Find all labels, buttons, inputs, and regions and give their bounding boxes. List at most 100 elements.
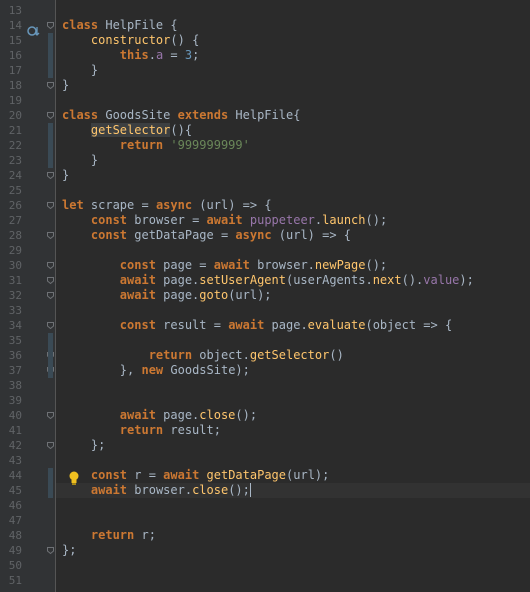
code-token: page. — [163, 273, 200, 287]
line-number[interactable]: 20 — [0, 108, 22, 123]
code-line[interactable] — [56, 243, 530, 258]
line-number[interactable]: 21 — [0, 123, 22, 138]
line-number[interactable]: 34 — [0, 318, 22, 333]
fold-marker-icon[interactable] — [47, 322, 54, 329]
code-line[interactable] — [56, 498, 530, 513]
line-number[interactable]: 47 — [0, 513, 22, 528]
line-number[interactable]: 45 — [0, 483, 22, 498]
line-number[interactable]: 40 — [0, 408, 22, 423]
line-number[interactable]: 35 — [0, 333, 22, 348]
code-line[interactable] — [56, 93, 530, 108]
code-line[interactable] — [56, 558, 530, 573]
line-number[interactable]: 13 — [0, 3, 22, 18]
code-line[interactable]: } — [56, 153, 530, 168]
line-number[interactable]: 48 — [0, 528, 22, 543]
override-method-icon[interactable] — [27, 25, 41, 40]
code-line[interactable] — [56, 183, 530, 198]
code-line[interactable]: }, new GoodsSite); — [56, 363, 530, 378]
line-number[interactable]: 14 — [0, 18, 22, 33]
code-token: return — [90, 528, 142, 542]
code-line[interactable]: const browser = await puppeteer.launch()… — [56, 213, 530, 228]
code-line[interactable]: getSelector(){ — [56, 123, 530, 138]
code-line[interactable]: const page = await browser.newPage(); — [56, 258, 530, 273]
code-area[interactable]: class HelpFile { constructor() { this.a … — [56, 0, 530, 592]
fold-marker-icon[interactable] — [47, 262, 54, 269]
line-number[interactable]: 43 — [0, 453, 22, 468]
line-number[interactable]: 51 — [0, 573, 22, 588]
line-number[interactable]: 22 — [0, 138, 22, 153]
line-number[interactable]: 17 — [0, 63, 22, 78]
line-number[interactable]: 42 — [0, 438, 22, 453]
line-number[interactable]: 30 — [0, 258, 22, 273]
fold-marker-icon[interactable] — [47, 292, 54, 299]
code-line[interactable] — [56, 378, 530, 393]
line-number[interactable]: 29 — [0, 243, 22, 258]
line-number[interactable]: 27 — [0, 213, 22, 228]
fold-marker-icon[interactable] — [47, 412, 54, 419]
code-line[interactable]: }; — [56, 438, 530, 453]
code-line[interactable]: } — [56, 168, 530, 183]
code-line[interactable] — [56, 393, 530, 408]
code-line[interactable]: } — [56, 63, 530, 78]
code-line[interactable]: const result = await page.evaluate(objec… — [56, 318, 530, 333]
line-number[interactable]: 24 — [0, 168, 22, 183]
line-number[interactable]: 25 — [0, 183, 22, 198]
line-number[interactable]: 37 — [0, 363, 22, 378]
code-line[interactable]: await page.goto(url); — [56, 288, 530, 303]
code-line[interactable] — [56, 333, 530, 348]
line-number[interactable]: 31 — [0, 273, 22, 288]
code-line[interactable] — [56, 573, 530, 588]
line-number[interactable]: 36 — [0, 348, 22, 363]
fold-marker-icon[interactable] — [47, 112, 54, 119]
fold-marker-icon[interactable] — [47, 22, 54, 29]
line-number[interactable]: 32 — [0, 288, 22, 303]
code-line[interactable] — [56, 303, 530, 318]
line-number[interactable]: 50 — [0, 558, 22, 573]
line-number[interactable]: 19 — [0, 93, 22, 108]
fold-marker-icon[interactable] — [47, 202, 54, 209]
line-number[interactable]: 26 — [0, 198, 22, 213]
code-line[interactable]: return '999999999' — [56, 138, 530, 153]
code-line[interactable] — [56, 453, 530, 468]
code-line[interactable]: return r; — [56, 528, 530, 543]
editor-gutter[interactable]: 13 14 15 16 17 18 19 20 21 22 23 24 25 26 27 28 29 30 31 32… — [0, 0, 56, 592]
line-number[interactable]: 44 — [0, 468, 22, 483]
code-token: page. — [163, 288, 200, 302]
code-line[interactable]: } — [56, 78, 530, 93]
code-line[interactable]: constructor() { — [56, 33, 530, 48]
current-code-line[interactable]: await browser.close(); — [56, 483, 530, 498]
code-line[interactable]: }; — [56, 543, 530, 558]
code-line[interactable]: const getDataPage = async (url) => { — [56, 228, 530, 243]
line-number[interactable]: 33 — [0, 303, 22, 318]
fold-marker-icon[interactable] — [47, 172, 54, 179]
line-number[interactable]: 16 — [0, 48, 22, 63]
fold-marker-icon[interactable] — [47, 547, 54, 554]
code-line[interactable] — [56, 3, 530, 18]
line-number[interactable]: 41 — [0, 423, 22, 438]
code-editor[interactable]: 13 14 15 16 17 18 19 20 21 22 23 24 25 26 27 28 29 30 31 32… — [0, 0, 530, 592]
code-line[interactable]: return result; — [56, 423, 530, 438]
code-line[interactable]: class HelpFile { — [56, 18, 530, 33]
line-number[interactable]: 46 — [0, 498, 22, 513]
code-line[interactable]: this.a = 3; — [56, 48, 530, 63]
line-number[interactable]: 18 — [0, 78, 22, 93]
line-number[interactable]: 15 — [0, 33, 22, 48]
code-line[interactable]: await page.setUserAgent(userAgents.next(… — [56, 273, 530, 288]
code-line[interactable]: return object.getSelector() — [56, 348, 530, 363]
code-line[interactable]: let scrape = async (url) => { — [56, 198, 530, 213]
code-line[interactable]: class GoodsSite extends HelpFile{ — [56, 108, 530, 123]
intention-lightbulb-icon[interactable] — [68, 471, 80, 488]
fold-marker-icon[interactable] — [47, 82, 54, 89]
line-number[interactable]: 38 — [0, 378, 22, 393]
code-line[interactable]: await page.close(); — [56, 408, 530, 423]
line-number[interactable]: 39 — [0, 393, 22, 408]
fold-marker-icon[interactable] — [47, 232, 54, 239]
line-number[interactable]: 28 — [0, 228, 22, 243]
code-line[interactable]: const r = await getDataPage(url); — [56, 468, 530, 483]
code-line[interactable] — [56, 513, 530, 528]
line-number[interactable]: 23 — [0, 153, 22, 168]
fold-marker-icon[interactable] — [47, 277, 54, 284]
fold-marker-icon[interactable] — [47, 442, 54, 449]
line-number[interactable]: 49 — [0, 543, 22, 558]
